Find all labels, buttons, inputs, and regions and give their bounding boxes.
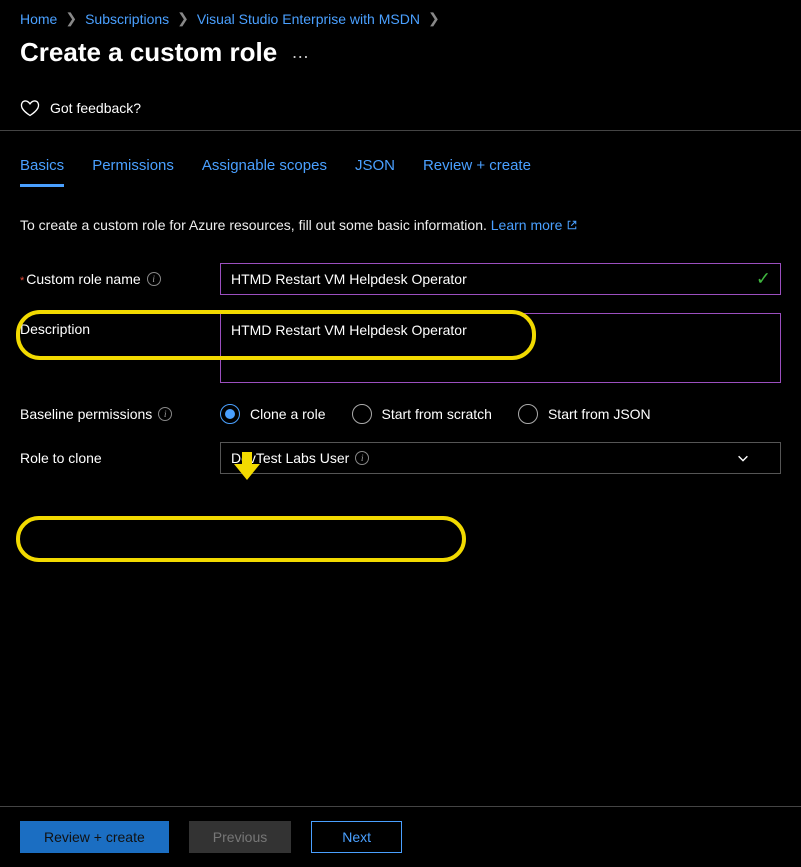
- breadcrumb-subscriptions[interactable]: Subscriptions: [85, 11, 169, 27]
- footer-bar: Review + create Previous Next: [0, 806, 801, 867]
- radio-start-from-json[interactable]: Start from JSON: [518, 404, 651, 424]
- tab-review-create[interactable]: Review + create: [423, 157, 531, 187]
- select-value: DevTest Labs User: [231, 450, 349, 466]
- radio-label: Start from scratch: [382, 406, 492, 422]
- description-input[interactable]: HTMD Restart VM Helpdesk Operator: [220, 313, 781, 383]
- feedback-bar[interactable]: Got feedback?: [0, 88, 801, 131]
- radio-clone-a-role[interactable]: Clone a role: [220, 404, 326, 424]
- label-description: Description: [20, 313, 220, 337]
- checkmark-icon: ✓: [756, 269, 771, 290]
- radio-label: Start from JSON: [548, 406, 651, 422]
- breadcrumb-subscription-name[interactable]: Visual Studio Enterprise with MSDN: [197, 11, 420, 27]
- row-baseline-permissions: Baseline permissions i Clone a role Star…: [20, 404, 781, 424]
- row-custom-role-name: *Custom role name i ✓: [20, 263, 781, 295]
- chevron-right-icon: ❯: [65, 10, 77, 27]
- chevron-right-icon: ❯: [428, 10, 440, 27]
- annotation-highlight: [16, 516, 466, 562]
- tabs: Basics Permissions Assignable scopes JSO…: [0, 131, 801, 187]
- label-role-to-clone: Role to clone: [20, 450, 220, 466]
- page-title: Create a custom role: [20, 37, 277, 68]
- radio-start-from-scratch[interactable]: Start from scratch: [352, 404, 492, 424]
- row-role-to-clone: Role to clone DevTest Labs User i: [20, 442, 781, 474]
- radio-icon: [518, 404, 538, 424]
- intro-text: To create a custom role for Azure resour…: [20, 217, 487, 233]
- info-icon[interactable]: i: [158, 407, 172, 421]
- custom-role-name-input[interactable]: [220, 263, 781, 295]
- next-button[interactable]: Next: [311, 821, 402, 853]
- feedback-text: Got feedback?: [50, 100, 141, 116]
- title-row: Create a custom role …: [0, 33, 801, 88]
- breadcrumb: Home ❯ Subscriptions ❯ Visual Studio Ent…: [0, 0, 801, 33]
- radio-label: Clone a role: [250, 406, 326, 422]
- info-icon[interactable]: i: [147, 272, 161, 286]
- required-indicator: *: [20, 275, 24, 287]
- tab-permissions[interactable]: Permissions: [92, 157, 174, 187]
- intro-text-row: To create a custom role for Azure resour…: [0, 187, 801, 243]
- row-description: Description HTMD Restart VM Helpdesk Ope…: [20, 313, 781, 386]
- form-area: *Custom role name i ✓ Description HTMD R…: [0, 243, 801, 474]
- more-actions-button[interactable]: …: [291, 42, 311, 63]
- heart-icon: [20, 98, 40, 118]
- breadcrumb-home[interactable]: Home: [20, 11, 57, 27]
- chevron-right-icon: ❯: [177, 10, 189, 27]
- label-custom-role-name: *Custom role name i: [20, 263, 220, 287]
- previous-button: Previous: [189, 821, 291, 853]
- tab-basics[interactable]: Basics: [20, 157, 64, 187]
- info-icon[interactable]: i: [355, 451, 369, 465]
- external-link-icon: [566, 219, 578, 231]
- radio-icon: [220, 404, 240, 424]
- radio-icon: [352, 404, 372, 424]
- role-to-clone-select[interactable]: DevTest Labs User i: [220, 442, 781, 474]
- chevron-down-icon: [736, 451, 750, 465]
- label-baseline-permissions: Baseline permissions i: [20, 406, 220, 422]
- tab-json[interactable]: JSON: [355, 157, 395, 187]
- learn-more-link[interactable]: Learn more: [491, 217, 578, 233]
- review-create-button[interactable]: Review + create: [20, 821, 169, 853]
- tab-assignable-scopes[interactable]: Assignable scopes: [202, 157, 327, 187]
